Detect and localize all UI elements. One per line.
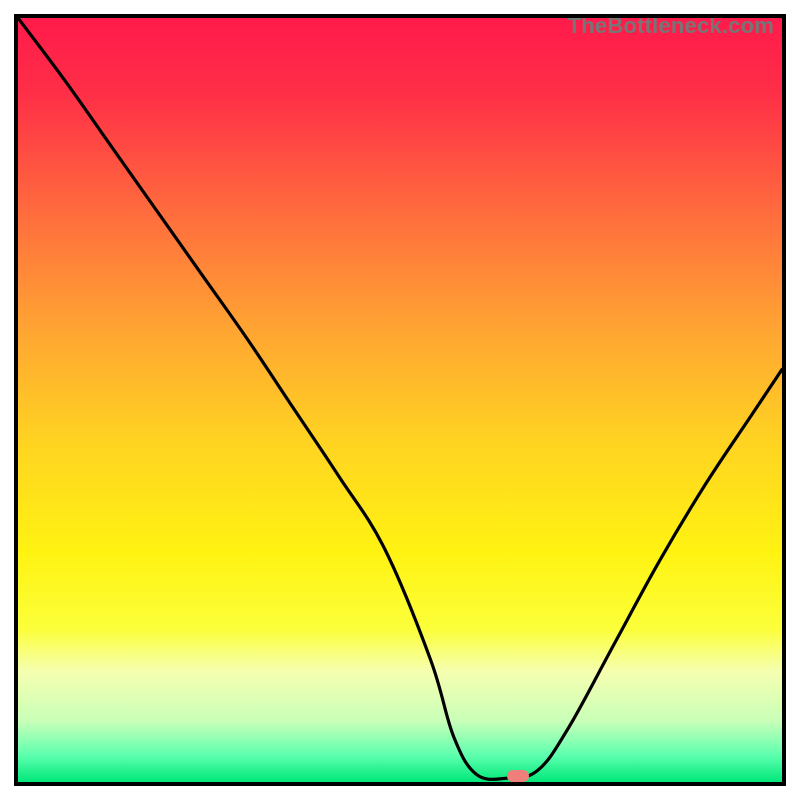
watermark-text: TheBottleneck.com — [568, 14, 774, 39]
bottleneck-chart: TheBottleneck.com — [0, 0, 800, 800]
bottleneck-curve — [18, 18, 782, 779]
plot-area: TheBottleneck.com — [14, 14, 786, 786]
optimum-marker — [507, 770, 529, 782]
curve-layer — [18, 18, 782, 782]
